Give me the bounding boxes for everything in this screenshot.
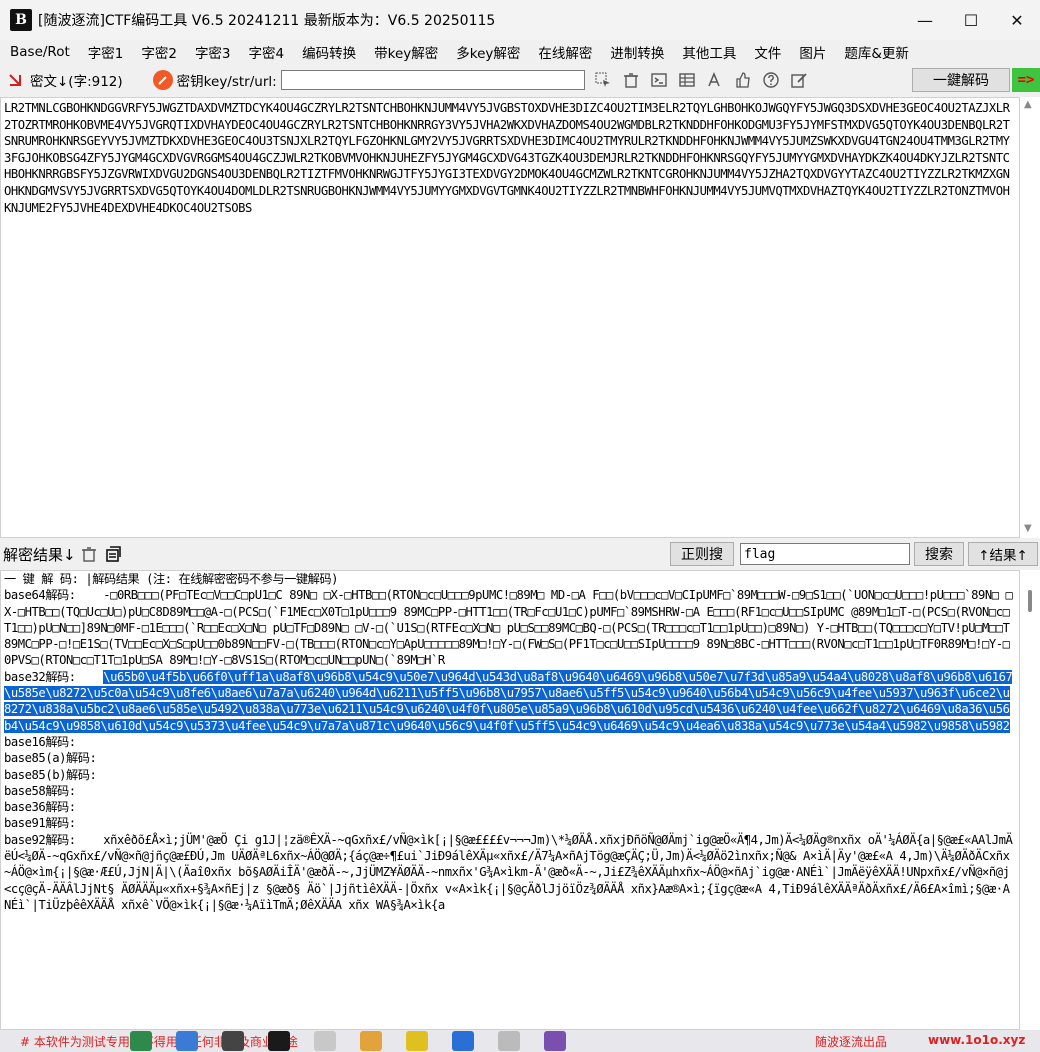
taskbar-icons [130,1031,590,1051]
menu-base-rot[interactable]: Base/Rot [0,44,78,60]
author-text: 随波逐流出品 [815,1035,888,1049]
edit-icon[interactable] [788,69,810,91]
terminal-icon[interactable] [648,69,670,91]
menu-online-decrypt[interactable]: 在线解密 [528,42,600,62]
key-icon [152,70,173,90]
title-bar: B [随波逐流]CTF编码工具 V6.5 20241211 最新版本为：V6.5… [0,0,1040,40]
menu-questions-update[interactable]: 题库&更新 [834,42,917,62]
search-input[interactable] [740,543,910,565]
minimize-button[interactable]: — [902,0,948,40]
thumbs-up-icon[interactable] [732,69,754,91]
result-label: 解密结果↓ [3,545,76,564]
base36-result: base36解码: [4,800,76,815]
trash-icon[interactable] [620,69,642,91]
taskbar-app-icon[interactable] [176,1031,198,1051]
menu-encoding-convert[interactable]: 编码转换 [292,42,364,62]
base16-result: base16解码: [4,734,76,749]
font-icon[interactable] [704,69,726,91]
base32-result: base32解码: \u65b0\u4f5b\u66f0\uff1a\u8af8… [4,669,1016,734]
scroll-down-icon[interactable]: ▼ [1024,523,1032,534]
result-header: 一 键 解 码: |解码结果 (注: 在线解密密码不参与一键解码) [4,572,338,586]
taskbar-app-icon[interactable] [222,1031,244,1051]
base92-result: base92解码: xñxêðõ£Å×ì;jÜM'@æÖ Çi g1J|¦zä®… [4,832,1016,913]
trash-icon[interactable] [78,543,100,565]
regex-search-button[interactable]: 正则搜 [670,542,734,566]
menu-radix-convert[interactable]: 进制转换 [600,42,672,62]
base91-result: base91解码: [4,816,76,831]
menu-image[interactable]: 图片 [789,42,834,62]
result-up-button[interactable]: ↑结果↑ [968,542,1038,566]
result-textarea[interactable]: 一 键 解 码: |解码结果 (注: 在线解密密码不参与一键解码) base64… [0,570,1020,1030]
base64-value: -□0RB□□□(PF□TEc□V□□C□pU1□C 89N□ □X-□HTB□… [4,588,1013,668]
collapse-icon[interactable] [4,69,26,91]
app-logo: B [10,9,32,31]
result-scrollbar[interactable] [1020,570,1040,1030]
window-title: [随波逐流]CTF编码工具 V6.5 20241211 最新版本为：V6.5 2… [38,13,496,29]
key-input[interactable] [280,70,585,90]
toolbar: 密文↓(字:912) 密钥key/str/url: 一鍵解码 => [0,66,1040,94]
arrow-icon[interactable]: => [1012,68,1040,92]
cipher-label: 密文↓(字:912) [30,74,123,90]
menu-zimi3[interactable]: 字密3 [185,42,239,62]
cipher-textarea[interactable]: LR2TMNLCGBOHKNDGGVRFY5JWGZTDAXDVMZTDCYK4… [0,97,1020,538]
scroll-thumb[interactable] [1028,590,1032,612]
select-cursor-icon[interactable] [592,69,614,91]
website-link[interactable]: www.1o1o.xyz [928,1033,1025,1047]
tool-icons [589,69,813,91]
help-icon[interactable] [760,69,782,91]
base32-value[interactable]: \u65b0\u4f5b\u66f0\uff1a\u8af8\u96b8\u54… [4,669,1013,733]
scroll-up-icon[interactable]: ▲ [1024,99,1032,110]
close-button[interactable]: ✕ [994,0,1040,40]
decode-all-button[interactable]: 一鍵解码 [912,68,1010,92]
result-toolbar: 解密结果↓ 正则搜 搜索 ↑结果↑ [0,540,1040,568]
base32-label: base32解码: [4,669,76,684]
table-icon[interactable] [676,69,698,91]
base64-label: base64解码: [4,588,76,603]
search-button[interactable]: 搜索 [914,542,964,566]
copy-icon[interactable] [102,543,124,565]
menu-other-tools[interactable]: 其他工具 [672,42,744,62]
base58-result: base58解码: [4,783,76,798]
menu-bar: Base/Rot 字密1 字密2 字密3 字密4 编码转换 带key解密 多ke… [0,40,1040,64]
menu-zimi2[interactable]: 字密2 [131,42,185,62]
base85b-result: base85(b)解码: [4,767,97,782]
taskbar-app-icon[interactable] [498,1031,520,1051]
taskbar-app-icon[interactable] [360,1031,382,1051]
taskbar-app-icon[interactable] [544,1031,566,1051]
menu-multi-key-decrypt[interactable]: 多key解密 [446,42,528,62]
menu-zimi4[interactable]: 字密4 [239,42,293,62]
base92-label: base92解码: [4,832,76,847]
window-controls: — ☐ ✕ [902,0,1040,40]
base64-result: base64解码: -□0RB□□□(PF□TEc□V□□C□pU1□C 89N… [4,587,1016,668]
taskbar-app-icon[interactable] [406,1031,428,1051]
base92-value: xñxêðõ£Å×ì;jÜM'@æÖ Çi g1J|¦zä®ÊXÄ-~qGxñx… [4,832,1013,912]
maximize-button[interactable]: ☐ [948,0,994,40]
taskbar-app-icon[interactable] [452,1031,474,1051]
taskbar-app-icon[interactable] [314,1031,336,1051]
taskbar-app-icon[interactable] [130,1031,152,1051]
base85a-result: base85(a)解码: [4,751,97,766]
menu-zimi1[interactable]: 字密1 [78,42,132,62]
taskbar-app-icon[interactable] [268,1031,290,1051]
menu-file[interactable]: 文件 [744,42,789,62]
menu-key-decrypt[interactable]: 带key解密 [364,42,446,62]
key-label: 密钥key/str/url: [176,74,277,90]
cipher-scrollbar[interactable]: ▲ ▼ [1020,97,1040,538]
